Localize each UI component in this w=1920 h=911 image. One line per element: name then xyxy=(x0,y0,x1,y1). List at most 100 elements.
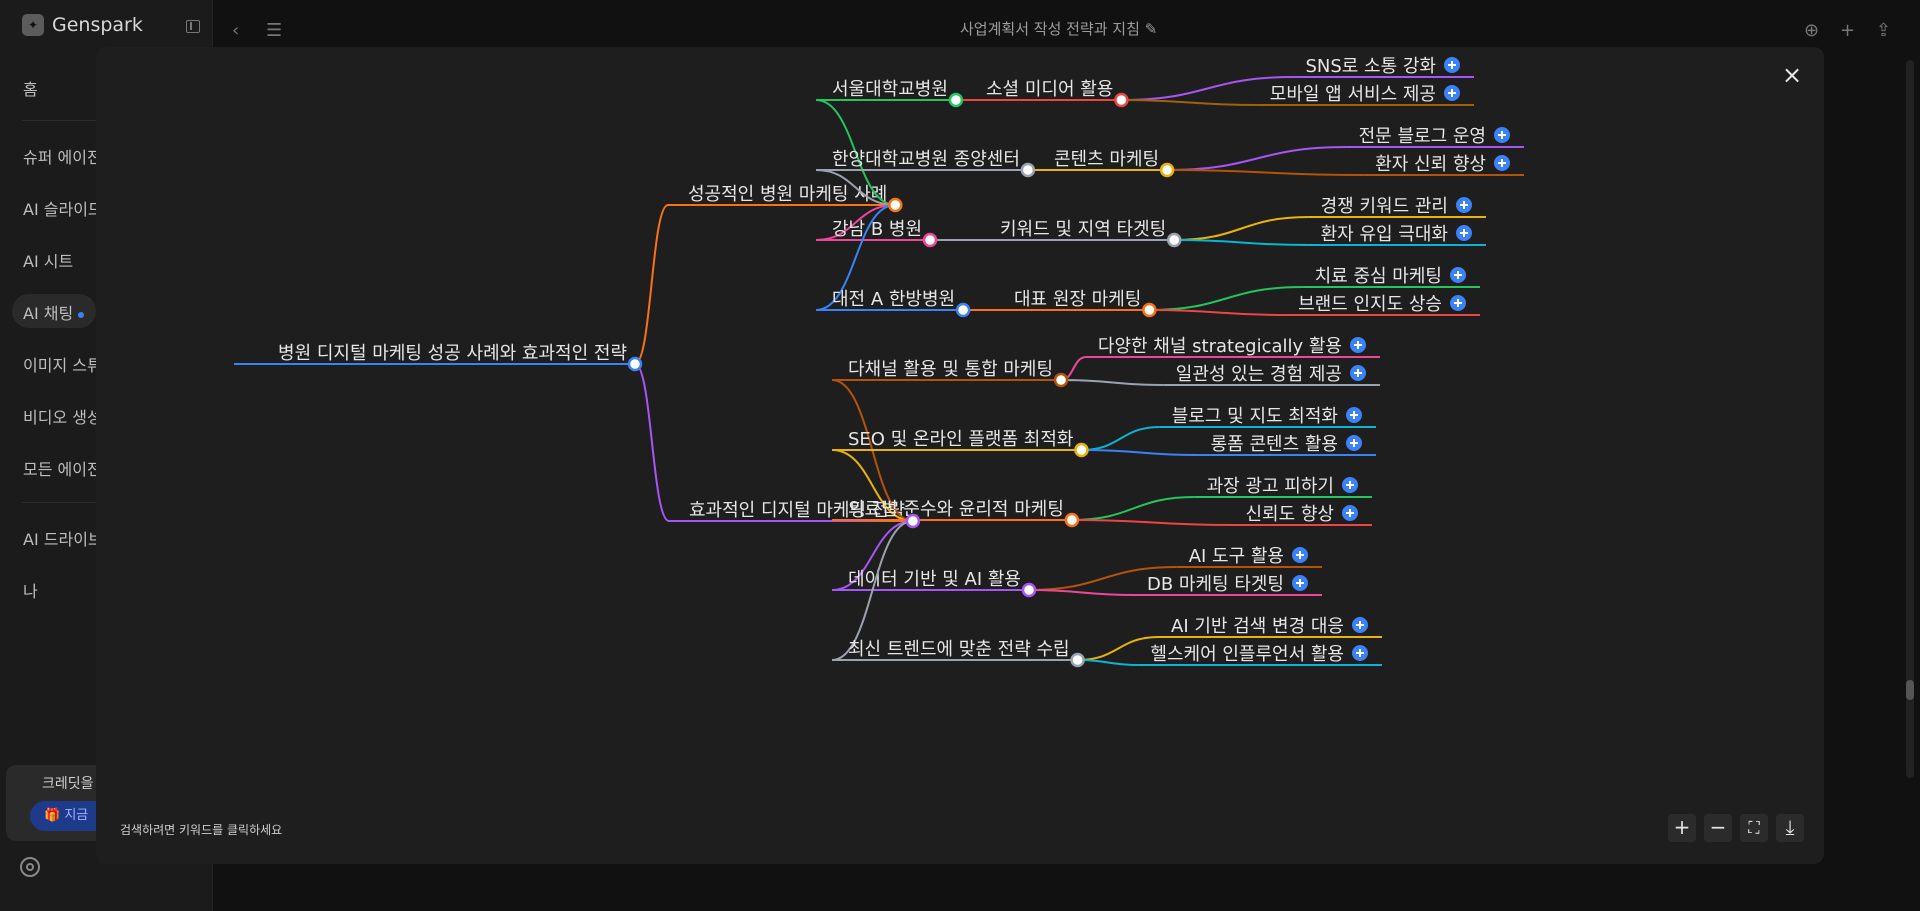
mindmap-leaf-label[interactable]: DB 마케팅 타겟팅 xyxy=(1147,574,1284,595)
mindmap-leaf-label[interactable]: 환자 유입 극대화 xyxy=(1321,224,1448,245)
mindmap-leaf-label[interactable]: AI 기반 검색 변경 대응 xyxy=(1171,616,1344,637)
mindmap-node-circle[interactable] xyxy=(1074,442,1089,458)
page-title-text: 사업계획서 작성 전략과 지침 xyxy=(960,20,1140,38)
zoom-in-button[interactable]: + xyxy=(1668,814,1696,842)
zoom-out-button[interactable]: − xyxy=(1704,814,1732,842)
sidebar-item-home[interactable]: 홈 xyxy=(23,76,38,100)
sidebar-item-all-agents[interactable]: 모든 에이전 xyxy=(23,456,102,480)
mindmap-branch-label[interactable]: 한양대학교병원 종양센터 xyxy=(832,149,1020,170)
mindmap-leaf-label[interactable]: AI 도구 활용 xyxy=(1189,546,1284,567)
mindmap-leaf-label[interactable]: 치료 중심 마케팅 xyxy=(1315,266,1442,287)
expand-plus-icon[interactable] xyxy=(1494,155,1510,171)
brand[interactable]: ✦ Genspark xyxy=(22,14,143,36)
mindmap-leaf-label[interactable]: 브랜드 인지도 상승 xyxy=(1298,294,1442,315)
mindmap-connector xyxy=(1071,519,1234,526)
mindmap-branch-label[interactable]: 서울대학교병원 xyxy=(832,79,948,100)
mindmap-leaf-label[interactable]: SNS로 소통 강화 xyxy=(1305,56,1436,77)
mindmap-connector xyxy=(634,363,670,522)
mindmap-leaf-label[interactable]: 헬스케어 인플루언서 활용 xyxy=(1150,644,1344,665)
mindmap-leaf-label[interactable]: 블로그 및 지도 최적화 xyxy=(1172,406,1338,427)
mindmap-group-label[interactable]: 성공적인 병원 마케팅 사례 xyxy=(688,184,887,205)
mindmap-leaf-label[interactable]: 다양한 채널 strategically 활용 xyxy=(1098,336,1342,357)
sidebar-item-label: 이미지 스튜 xyxy=(23,356,102,375)
expand-plus-icon[interactable] xyxy=(1494,127,1510,143)
sidebar-item-image-studio[interactable]: 이미지 스튜 xyxy=(23,352,102,376)
mindmap-node-circle[interactable] xyxy=(627,356,643,372)
mindmap-node-circle[interactable] xyxy=(888,197,903,213)
page-title: 사업계획서 작성 전략과 지침 ✎ xyxy=(960,18,1157,39)
mindmap-leaf-label[interactable]: 과장 광고 피하기 xyxy=(1207,476,1334,497)
settings-icon[interactable] xyxy=(20,857,40,877)
expand-plus-icon[interactable] xyxy=(1450,295,1466,311)
mindmap-leaf-label[interactable]: 일관성 있는 경험 제공 xyxy=(1176,364,1342,385)
mindmap-leaf-label[interactable]: 환자 신뢰 향상 xyxy=(1375,154,1486,175)
mindmap-node-circle[interactable] xyxy=(1053,372,1069,388)
mindmap-node-circle[interactable] xyxy=(922,232,938,248)
expand-plus-icon[interactable] xyxy=(1444,85,1460,101)
mindmap-connector xyxy=(1061,379,1164,386)
mindmap-node-circle[interactable] xyxy=(1166,232,1182,248)
expand-plus-icon[interactable] xyxy=(1450,267,1466,283)
mindmap-branch-label[interactable]: 대전 A 한방병원 xyxy=(832,289,955,310)
expand-plus-icon[interactable] xyxy=(1456,225,1472,241)
mindmap-branch-label[interactable]: SEO 및 온라인 플랫폼 최적화 xyxy=(848,429,1073,450)
sidebar-item-ai-chat[interactable]: AI 채팅 xyxy=(23,300,85,324)
expand-plus-icon[interactable] xyxy=(1346,435,1362,451)
sidebar-item-ai-sheets[interactable]: AI 시트 xyxy=(23,248,73,272)
expand-plus-icon[interactable] xyxy=(1350,337,1366,353)
edit-icon[interactable]: ✎ xyxy=(1145,20,1158,38)
mindmap-node-circle[interactable] xyxy=(955,302,971,318)
mindmap-connector xyxy=(1077,636,1160,661)
mindmap-node-circle[interactable] xyxy=(1020,162,1036,178)
credit-text: 크레딧을 xyxy=(42,776,94,792)
mindmap-sub-label[interactable]: 키워드 및 지역 타겟팅 xyxy=(1000,219,1166,240)
new-icon[interactable]: + xyxy=(1840,20,1855,41)
scrollbar-thumb[interactable] xyxy=(1906,680,1914,700)
mindmap-node-circle[interactable] xyxy=(1021,582,1037,598)
mindmap-node-circle[interactable] xyxy=(1159,162,1175,178)
mindmap-node-circle[interactable] xyxy=(1070,652,1085,668)
expand-plus-icon[interactable] xyxy=(1350,365,1366,381)
expand-plus-icon[interactable] xyxy=(1292,547,1308,563)
mindmap-leaf-label[interactable]: 신뢰도 향상 xyxy=(1245,504,1334,525)
fit-screen-button[interactable]: ⛶ xyxy=(1740,814,1768,842)
mindmap-leaf-label[interactable]: 전문 블로그 운영 xyxy=(1359,126,1486,147)
mindmap-sub-label[interactable]: 콘텐츠 마케팅 xyxy=(1054,149,1159,170)
expand-plus-icon[interactable] xyxy=(1342,505,1358,521)
expand-plus-icon[interactable] xyxy=(1444,57,1460,73)
sidebar-toggle-icon[interactable] xyxy=(186,20,200,33)
mindmap-branch-label[interactable]: 다채널 활용 및 통합 마케팅 xyxy=(848,359,1053,380)
mindmap-root-label[interactable]: 병원 디지털 마케팅 성공 사례와 효과적인 전략 xyxy=(278,343,627,364)
sidebar-item-me[interactable]: 나 xyxy=(23,578,38,602)
page-scrollbar[interactable] xyxy=(1906,60,1914,778)
sidebar-item-super-agent[interactable]: 슈퍼 에이전 xyxy=(23,144,102,168)
mindmap-leaf-label[interactable]: 경쟁 키워드 관리 xyxy=(1321,196,1448,217)
expand-plus-icon[interactable] xyxy=(1346,407,1362,423)
menu-icon[interactable]: ☰ xyxy=(266,20,282,41)
share-icon[interactable]: ⇪ xyxy=(1876,20,1891,41)
globe-icon[interactable]: ⊕ xyxy=(1804,20,1819,41)
sidebar-item-ai-drive[interactable]: AI 드라이브 xyxy=(23,526,103,550)
mindmap-node-circle[interactable] xyxy=(1114,92,1129,108)
mindmap-sub-label[interactable]: 대표 원장 마케팅 xyxy=(1014,289,1141,310)
expand-plus-icon[interactable] xyxy=(1342,477,1358,493)
expand-plus-icon[interactable] xyxy=(1352,617,1368,633)
mindmap-node-circle[interactable] xyxy=(1064,512,1080,528)
expand-plus-icon[interactable] xyxy=(1456,197,1472,213)
mindmap-branch-label[interactable]: 최신 트렌드에 맞춘 전략 수립 xyxy=(848,639,1070,660)
mindmap-branch-label[interactable]: 의료법 준수와 윤리적 마케팅 xyxy=(848,499,1064,520)
expand-plus-icon[interactable] xyxy=(1292,575,1308,591)
mindmap-branch-label[interactable]: 강남 B 병원 xyxy=(832,219,922,240)
mindmap-modal: × 병원 디지털 마케팅 성공 사례와 효과적인 전략 성공적인 병원 마케팅 사… xyxy=(96,47,1824,864)
mindmap-sub-label[interactable]: 소셜 미디어 활용 xyxy=(986,79,1113,100)
mindmap-node-circle[interactable] xyxy=(1142,302,1157,318)
mindmap-leaf-label[interactable]: 모바일 앱 서비스 제공 xyxy=(1270,84,1436,105)
mindmap-node-circle[interactable] xyxy=(905,513,921,529)
back-icon[interactable]: ‹ xyxy=(232,20,239,41)
sidebar-item-video[interactable]: 비디오 생성 xyxy=(23,404,102,428)
mindmap-leaf-label[interactable]: 롱폼 콘텐츠 활용 xyxy=(1211,434,1338,455)
mindmap-node-circle[interactable] xyxy=(948,92,964,108)
sidebar-item-ai-slides[interactable]: AI 슬라이드 xyxy=(23,196,103,220)
download-button[interactable]: ⤓ xyxy=(1776,814,1804,842)
expand-plus-icon[interactable] xyxy=(1352,645,1368,661)
